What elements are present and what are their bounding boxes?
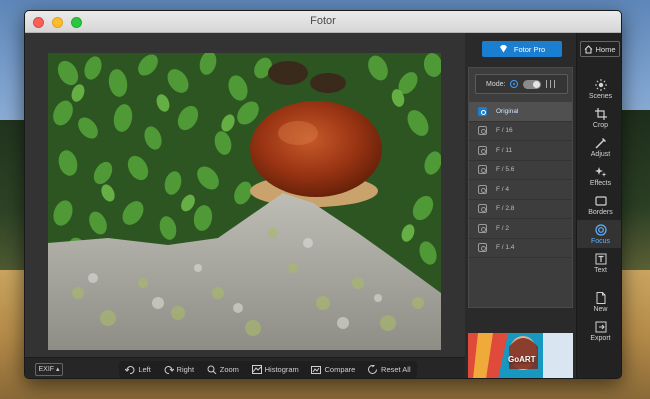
sidebar-item-borders[interactable]: Borders [577, 191, 621, 219]
adjust-icon [594, 137, 606, 149]
focus-option-label: F / 11 [496, 146, 513, 154]
sidebar-item-scenes[interactable]: Scenes [577, 75, 621, 103]
sidebar-item-effects[interactable]: Effects [577, 162, 621, 190]
canvas-area [25, 33, 465, 357]
sidebar-item-export[interactable]: Export [577, 317, 621, 345]
aperture-icon [478, 243, 487, 253]
view-tool-group: Left Right Zoom Histogram Compare Reset … [119, 361, 417, 378]
rotate-right-button[interactable]: Right [164, 365, 195, 374]
new-icon [596, 291, 605, 304]
sidebar-item-label: Export [590, 334, 611, 342]
reset-icon [368, 365, 378, 374]
focus-option-f11[interactable]: F / 11 [469, 141, 572, 161]
zoom-label: Zoom [219, 365, 239, 374]
borders-icon [594, 195, 607, 206]
exif-button[interactable]: EXIF ▴ [35, 363, 63, 376]
focus-option-label: Original [496, 107, 519, 115]
sidebar-item-label: Focus [590, 237, 611, 245]
rotate-left-button[interactable]: Left [125, 365, 151, 374]
focus-option-label: F / 2 [496, 224, 510, 232]
aperture-icon [478, 223, 487, 233]
focus-option-label: F / 5.6 [496, 166, 515, 174]
compare-label: Compare [324, 365, 356, 374]
rotate-right-icon [164, 366, 174, 374]
aperture-icon [478, 204, 487, 214]
sidebar-item-crop[interactable]: Crop [577, 104, 621, 132]
focus-option-f4[interactable]: F / 4 [469, 180, 572, 200]
radial-mode-icon[interactable] [510, 80, 519, 88]
fotor-pro-button[interactable]: Fotor Pro [482, 41, 562, 57]
compare-button[interactable]: Compare [311, 365, 355, 374]
ad-label: GoART [508, 355, 536, 364]
diamond-icon [499, 45, 507, 53]
compare-icon [311, 366, 322, 374]
sidebar-item-label: Text [594, 266, 607, 274]
aperture-icon [478, 165, 487, 175]
effects-icon [594, 166, 606, 177]
sidebar-item-text[interactable]: Text [577, 249, 621, 277]
home-icon [585, 44, 593, 53]
rotate-right-label: Right [176, 365, 195, 374]
focus-option-f16[interactable]: F / 16 [469, 122, 572, 141]
sidebar-item-label: Effects [589, 179, 612, 187]
aperture-icon [478, 106, 487, 116]
reset-all-button[interactable]: Reset All [368, 365, 411, 374]
sidebar-item-new[interactable]: New [577, 288, 621, 316]
crop-icon [594, 107, 607, 120]
zoom-button[interactable]: Zoom [207, 365, 239, 374]
focus-option-f2[interactable]: F / 2 [469, 219, 572, 239]
focus-option-label: F / 4 [496, 185, 510, 193]
photo-canvas[interactable] [48, 53, 441, 350]
text-icon [595, 253, 606, 264]
main-tool-rail: Home Scenes Crop Adjust Effects Borders … [576, 33, 621, 378]
focus-option-f5-6[interactable]: F / 5.6 [469, 161, 572, 180]
scenes-icon [594, 78, 607, 91]
aperture-icon [478, 184, 487, 194]
rotate-left-icon [125, 366, 135, 374]
fotor-pro-label: Fotor Pro [513, 44, 546, 54]
focus-option-label: F / 2.8 [496, 205, 515, 213]
bottom-toolbar: EXIF ▴ Left Right Zoom Histogram Compare [25, 357, 465, 378]
zoom-icon [207, 365, 217, 374]
exif-label: EXIF [38, 366, 55, 373]
sidebar-item-focus[interactable]: Focus [577, 220, 621, 248]
sidebar-item-adjust[interactable]: Adjust [577, 133, 621, 161]
aperture-icon [478, 145, 487, 155]
sidebar-item-label: Borders [588, 208, 613, 216]
title-bar: Fotor [25, 11, 621, 33]
focus-option-label: F / 16 [496, 127, 513, 135]
rotate-left-label: Left [138, 365, 151, 374]
mode-label: Mode: [486, 80, 506, 88]
home-button[interactable]: Home [580, 41, 620, 57]
focus-option-f2-8[interactable]: F / 2.8 [469, 200, 572, 219]
focus-side-panel: Fotor Pro Mode: Original F / 16 F / 11 F… [465, 33, 576, 378]
sidebar-item-label: Scenes [588, 92, 613, 100]
aperture-list: Original F / 16 F / 11 F / 5.6 F / 4 F /… [469, 102, 572, 258]
focus-option-f1-4[interactable]: F / 1.4 [469, 239, 572, 258]
photo-image [48, 53, 441, 350]
export-icon [595, 321, 606, 332]
mode-control: Mode: [475, 74, 568, 94]
histogram-button[interactable]: Histogram [251, 365, 299, 374]
focus-options-panel: Mode: Original F / 16 F / 11 F / 5.6 F /… [468, 67, 573, 308]
window-title: Fotor [310, 15, 336, 27]
sidebar-item-label: New [593, 305, 608, 313]
app-window: Fotor EXIF ▴ Left Right Zoom Histogram C… [24, 10, 622, 379]
reset-all-label: Reset All [381, 365, 411, 374]
sidebar-item-label: Adjust [590, 150, 611, 158]
home-label: Home [595, 44, 616, 54]
goart-ad-banner[interactable]: GoART [468, 333, 573, 378]
histogram-label: Histogram [264, 365, 299, 374]
focus-option-original[interactable]: Original [469, 102, 572, 122]
focus-option-label: F / 1.4 [496, 244, 515, 252]
aperture-icon [478, 126, 487, 136]
linear-mode-icon[interactable] [546, 80, 556, 88]
histogram-icon [251, 365, 262, 374]
mode-toggle[interactable] [523, 79, 542, 89]
sidebar-item-label: Crop [592, 121, 609, 129]
focus-icon [594, 223, 607, 236]
